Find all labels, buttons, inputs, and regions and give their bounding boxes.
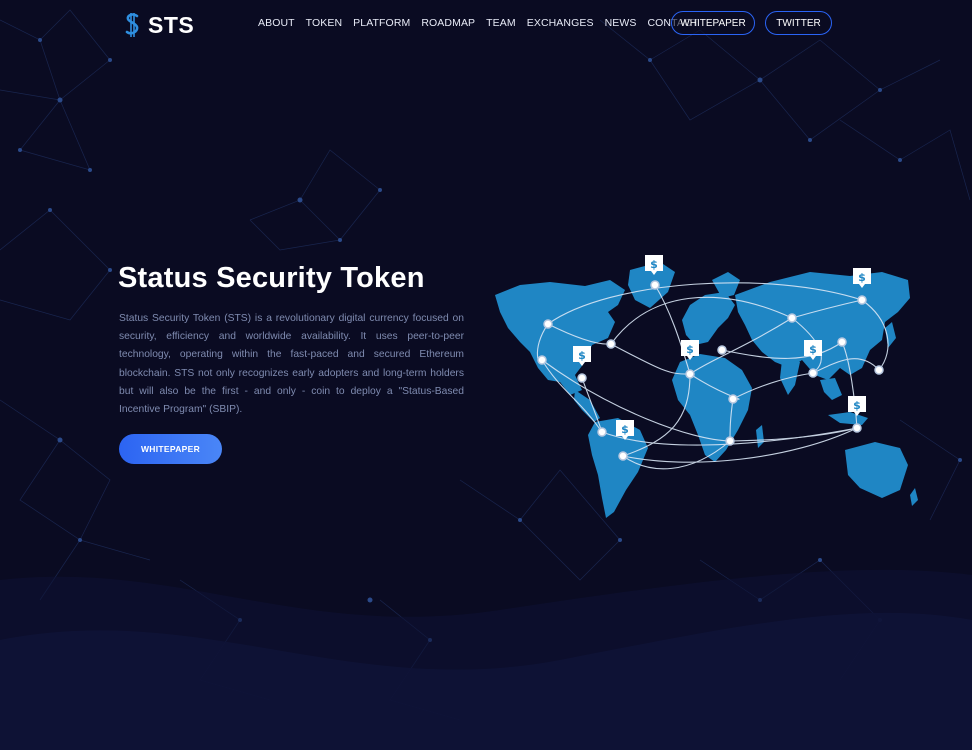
network-node-icon bbox=[597, 427, 607, 437]
network-node-icon bbox=[725, 436, 735, 446]
network-node-icon bbox=[577, 373, 587, 383]
network-node-icon bbox=[728, 394, 738, 404]
svg-text:$: $ bbox=[621, 423, 629, 436]
svg-text:$: $ bbox=[858, 271, 866, 284]
svg-text:$: $ bbox=[686, 343, 694, 356]
network-node-icon bbox=[618, 451, 628, 461]
network-node-icon bbox=[852, 423, 862, 433]
svg-text:$: $ bbox=[650, 258, 658, 271]
nav-item-news[interactable]: NEWS bbox=[605, 17, 637, 29]
network-node-icon bbox=[537, 355, 547, 365]
nav-item-token[interactable]: TOKEN bbox=[306, 17, 342, 29]
svg-text:$: $ bbox=[809, 343, 817, 356]
twitter-button[interactable]: TWITTER bbox=[765, 11, 832, 35]
nav-item-roadmap[interactable]: ROADMAP bbox=[421, 17, 475, 29]
whitepaper-hero-button[interactable]: WHITEPAPER bbox=[119, 434, 222, 464]
world-map-landmass bbox=[495, 262, 918, 518]
hero-description: Status Security Token (STS) is a revolut… bbox=[119, 313, 464, 416]
sts-logo-icon bbox=[125, 13, 139, 37]
hero-title: Status Security Token bbox=[118, 262, 425, 294]
network-node-icon bbox=[650, 280, 660, 290]
network-node-icon bbox=[808, 368, 818, 378]
whitepaper-header-button[interactable]: WHITEPAPER bbox=[671, 11, 755, 35]
world-network-map: $ $ $ $ $ $ $ bbox=[495, 255, 918, 518]
network-node-icon bbox=[685, 369, 695, 379]
brand-name: STS bbox=[148, 11, 195, 38]
network-node-icon bbox=[874, 365, 884, 375]
svg-text:$: $ bbox=[578, 349, 586, 362]
nav-item-platform[interactable]: PLATFORM bbox=[353, 17, 410, 29]
network-node-icon bbox=[606, 339, 616, 349]
network-node-icon bbox=[543, 319, 553, 329]
nav-item-about[interactable]: ABOUT bbox=[258, 17, 295, 29]
main-nav: ABOUT TOKEN PLATFORM ROADMAP TEAM EXCHAN… bbox=[258, 17, 709, 29]
network-node-icon bbox=[717, 345, 727, 355]
network-node-icon bbox=[837, 337, 847, 347]
network-node-icon bbox=[857, 295, 867, 305]
nav-item-exchanges[interactable]: EXCHANGES bbox=[527, 17, 594, 29]
brand-logo[interactable]: STS bbox=[124, 10, 194, 40]
nav-item-team[interactable]: TEAM bbox=[486, 17, 516, 29]
site-header: STS ABOUT TOKEN PLATFORM ROADMAP TEAM EX… bbox=[0, 0, 972, 50]
svg-text:$: $ bbox=[853, 399, 861, 412]
network-node-icon bbox=[787, 313, 797, 323]
